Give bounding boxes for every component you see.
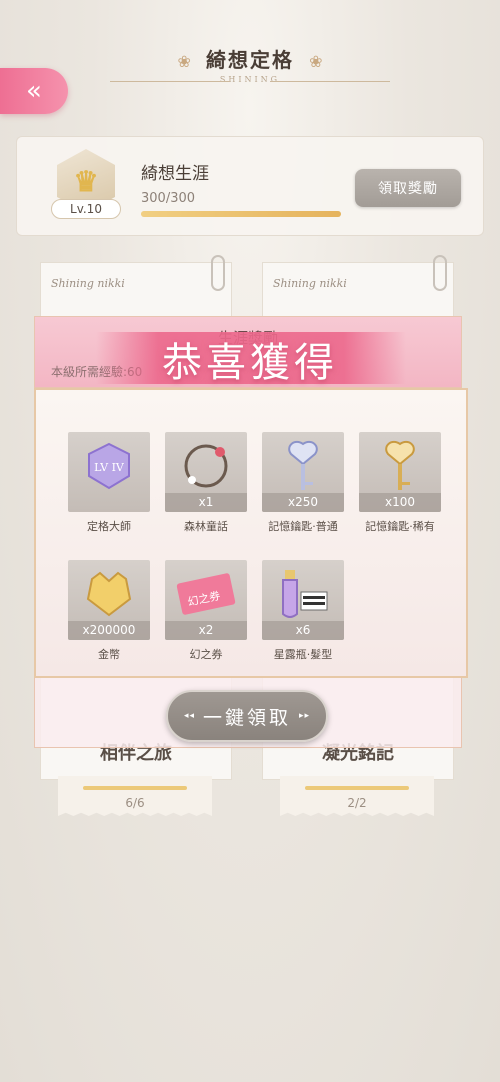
card-progress-text: 6/6: [125, 796, 145, 810]
card-progress-text: 2/2: [347, 796, 367, 810]
reward-item-box: x6: [262, 560, 344, 640]
reward-item-name: 幻之券: [189, 648, 223, 661]
card-ticket: 2/2: [280, 776, 434, 816]
reward-item[interactable]: LV IV 定格大師: [68, 432, 150, 534]
divider: [110, 81, 230, 82]
claim-reward-button[interactable]: 領取獎勵: [355, 169, 461, 207]
level-badge: ♛ Lv.10: [51, 149, 121, 223]
reward-item-box: 幻之券 x2: [165, 560, 247, 640]
paperclip-icon: [433, 255, 447, 291]
silver-key-icon: [288, 440, 318, 490]
card-progress-bar: [305, 786, 409, 790]
reward-item[interactable]: x1 森林童話: [165, 432, 247, 534]
gold-coin-icon: [86, 571, 132, 616]
career-progress-text: 300/300: [141, 191, 196, 206]
card-ticket: 6/6: [58, 776, 212, 816]
gold-key-icon: [385, 440, 415, 490]
ticket-icon: 幻之券: [176, 572, 236, 615]
reward-item-box: x250: [262, 432, 344, 512]
brand-logo: Shining nikki: [51, 277, 125, 290]
reward-item-box: LV IV: [68, 432, 150, 512]
reward-item-box: x100: [359, 432, 441, 512]
reward-item[interactable]: x200000 金幣: [68, 560, 150, 662]
flower-wreath-icon: [184, 444, 228, 488]
decorative-dots-icon: ▸▸: [299, 711, 311, 721]
reward-item-qty: x1: [165, 493, 247, 512]
page-title: 綺想定格: [206, 48, 294, 72]
svg-text:LV IV: LV IV: [94, 461, 125, 474]
reward-item-box: x1: [165, 432, 247, 512]
flower-icon: ❀: [309, 52, 323, 71]
reward-item-qty: x200000: [68, 621, 150, 640]
brand-logo: Shining nikki: [273, 277, 347, 290]
reward-item-name: 記憶鑰匙·普通: [268, 520, 338, 533]
claim-all-label: 一鍵領取: [202, 706, 291, 729]
career-name: 綺想生涯: [141, 164, 209, 184]
reward-item-name: 星露瓶·髮型: [273, 648, 333, 661]
claim-all-button[interactable]: ◂◂ 一鍵領取 ▸▸: [166, 690, 328, 742]
reward-item-box: x200000: [68, 560, 150, 640]
reward-item-qty: x2: [165, 621, 247, 640]
reward-item-qty: x250: [262, 493, 344, 512]
decorative-dots-icon: ◂◂: [183, 711, 195, 721]
reward-item-name: 定格大師: [87, 520, 131, 533]
reward-item-name: 金幣: [98, 648, 120, 661]
level-label: Lv.10: [51, 199, 121, 219]
career-progress-bar: [141, 211, 341, 217]
reward-item[interactable]: 幻之券 x2 幻之券: [165, 560, 247, 662]
page-header: ❀ 綺想定格 ❀ SHINING: [0, 44, 500, 84]
flower-icon: ❀: [177, 52, 191, 71]
reward-item[interactable]: x250 記憶鑰匙·普通: [262, 432, 344, 534]
reward-item-name: 記憶鑰匙·稀有: [365, 520, 435, 533]
paperclip-icon: [211, 255, 225, 291]
congrats-title: 恭喜獲得: [162, 340, 338, 386]
reward-panel: LV IV 定格大師 x1 森林童話 x250 記憶鑰匙·普通 x100 記憶鑰…: [34, 388, 468, 678]
reward-item[interactable]: x100 記憶鑰匙·稀有: [359, 432, 441, 534]
reward-item[interactable]: x6 星露瓶·髮型: [262, 560, 344, 662]
page-subtitle: SHINING: [219, 75, 281, 84]
career-progress-fill: [141, 211, 341, 217]
divider: [270, 81, 390, 82]
reward-item-name: 森林童話: [184, 520, 228, 533]
potion-bottle-icon: [282, 569, 328, 618]
reward-item-qty: x6: [262, 621, 344, 640]
level-badge-icon: LV IV: [88, 442, 130, 489]
reward-item-qty: x100: [359, 493, 441, 512]
card-progress-bar: [83, 786, 187, 790]
career-card: ♛ Lv.10 綺想生涯 300/300 領取獎勵: [16, 136, 484, 236]
